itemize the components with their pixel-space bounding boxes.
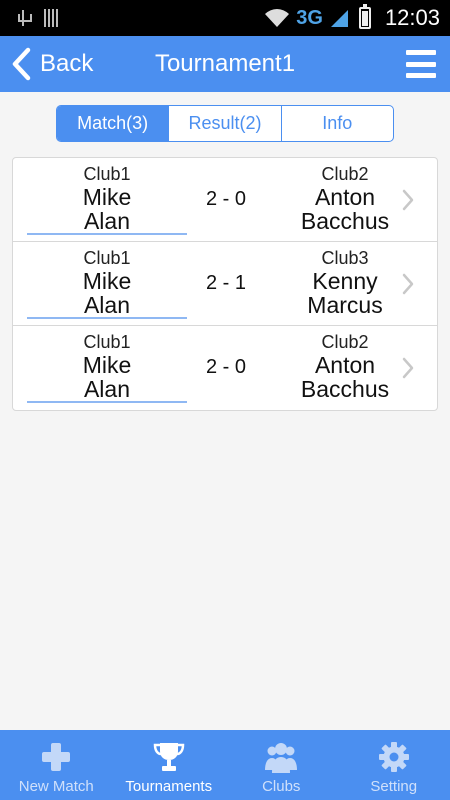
tab-match[interactable]: Match(3) xyxy=(57,106,170,141)
home-team: Club1 Mike Alan xyxy=(27,331,187,401)
network-type: 3G xyxy=(296,6,323,29)
away-club: Club2 xyxy=(321,332,369,352)
nav-new-match[interactable]: New Match xyxy=(0,730,113,800)
away-player: Bacchus xyxy=(300,208,390,234)
home-club: Club1 xyxy=(83,332,131,352)
nav-label: Setting xyxy=(370,778,418,795)
back-label: Back xyxy=(40,50,94,77)
match-score: 2 - 0 xyxy=(205,356,247,378)
match-score: 2 - 0 xyxy=(205,188,247,210)
sd-card-icon xyxy=(44,9,58,27)
home-team-underline xyxy=(27,317,187,319)
tab-info[interactable]: Info xyxy=(282,106,393,141)
home-player: Mike xyxy=(82,184,132,210)
chevron-right-icon xyxy=(402,273,414,295)
battery-icon xyxy=(358,4,371,29)
clock: 12:03 xyxy=(384,5,440,30)
away-club: Club2 xyxy=(321,164,369,184)
away-club: Club3 xyxy=(321,248,369,268)
nav-label: Clubs xyxy=(262,778,301,795)
home-team-underline xyxy=(27,401,187,403)
group-icon xyxy=(265,743,298,773)
menu-icon-bar xyxy=(406,50,436,55)
chevron-right-icon xyxy=(402,357,414,379)
wifi-icon xyxy=(265,9,290,27)
status-bar: 3G 12:03 xyxy=(0,0,450,36)
nav-clubs[interactable]: Clubs xyxy=(225,730,338,800)
match-row[interactable]: Club1 Mike Alan 2 - 1 Club3 Kenny Marcus xyxy=(13,242,437,326)
trophy-icon xyxy=(153,743,185,771)
chevron-right-icon xyxy=(402,189,414,211)
nav-label: Tournaments xyxy=(125,778,213,795)
nav-tournaments[interactable]: Tournaments xyxy=(113,730,226,800)
home-club: Club1 xyxy=(83,248,131,268)
back-button[interactable]: Back xyxy=(10,36,93,92)
chevron-left-icon xyxy=(12,47,31,81)
menu-icon-bar xyxy=(406,61,436,67)
menu-button[interactable] xyxy=(406,50,436,78)
nav-label: New Match xyxy=(18,778,94,795)
home-player: Mike xyxy=(82,352,132,378)
plus-icon xyxy=(42,743,71,771)
match-row[interactable]: Club1 Mike Alan 2 - 0 Club2 Anton Bacchu… xyxy=(13,326,437,410)
home-player: Mike xyxy=(82,268,132,294)
home-team: Club1 Mike Alan xyxy=(27,247,187,317)
tab-result[interactable]: Result(2) xyxy=(169,106,282,141)
nav-setting[interactable]: Setting xyxy=(338,730,450,800)
home-club: Club1 xyxy=(83,164,131,184)
home-player: Alan xyxy=(83,292,131,318)
match-score: 2 - 1 xyxy=(205,272,247,294)
tab-bar: Match(3) Result(2) Info xyxy=(56,105,394,142)
home-player: Alan xyxy=(83,208,131,234)
signal-icon xyxy=(330,10,348,27)
away-player: Marcus xyxy=(307,292,383,318)
match-row[interactable]: Club1 Mike Alan 2 - 0 Club2 Anton Bacchu… xyxy=(13,158,437,242)
home-team-underline xyxy=(27,233,187,235)
home-team: Club1 Mike Alan xyxy=(27,163,187,233)
away-player: Bacchus xyxy=(300,376,390,402)
match-list: Club1 Mike Alan 2 - 0 Club2 Anton Bacchu… xyxy=(12,157,438,411)
app-header: Back Tournament1 xyxy=(0,36,450,92)
home-player: Alan xyxy=(83,376,131,402)
usb-icon xyxy=(16,8,32,28)
gear-icon xyxy=(378,742,409,772)
bottom-nav: New Match Tournaments Clubs Setting xyxy=(0,730,450,800)
menu-icon-bar xyxy=(406,73,436,78)
